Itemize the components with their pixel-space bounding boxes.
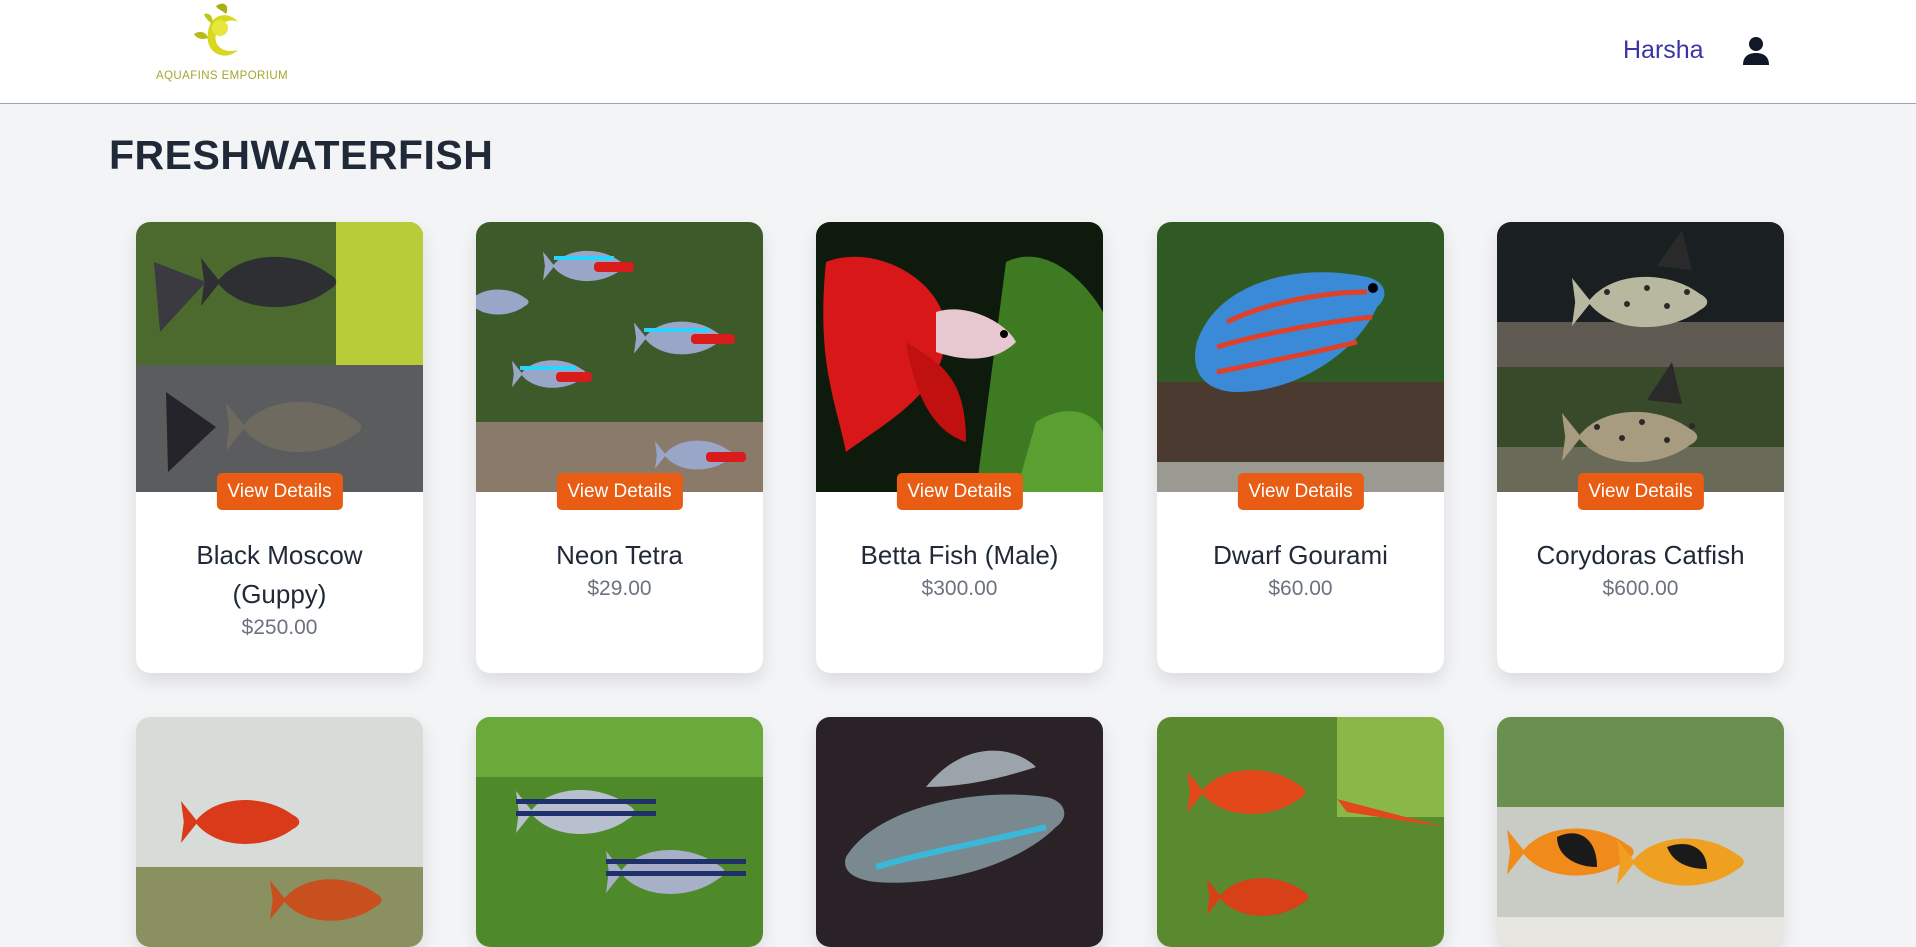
product-image <box>1497 717 1784 947</box>
product-price: $600.00 <box>1602 577 1679 600</box>
product-price: $300.00 <box>921 577 998 600</box>
product-card[interactable] <box>1157 717 1444 947</box>
brand-logo[interactable]: AQUAFINS EMPORIUM <box>148 0 288 92</box>
product-name: Neon Tetra <box>556 540 683 570</box>
view-details-button[interactable]: View Details <box>216 473 343 510</box>
user-icon[interactable] <box>1742 36 1770 66</box>
product-image <box>476 222 763 492</box>
page-title: FRESHWATERFISH <box>109 132 494 178</box>
view-details-button[interactable]: View Details <box>896 473 1023 510</box>
product-image <box>136 717 423 947</box>
product-card[interactable]: View Details Dwarf Gourami $60.00 <box>1157 222 1444 673</box>
logo-text: AQUAFINS EMPORIUM <box>156 70 289 82</box>
product-name: Betta Fish (Male) <box>860 540 1059 570</box>
view-details-button[interactable]: View Details <box>556 473 683 510</box>
view-details-button[interactable]: View Details <box>1577 473 1704 510</box>
product-image <box>476 717 763 947</box>
product-image <box>816 222 1103 492</box>
user-name-link[interactable]: Harsha <box>1623 36 1704 65</box>
product-card[interactable] <box>136 717 423 947</box>
product-image <box>136 222 423 492</box>
top-navbar: AQUAFINS EMPORIUM Harsha <box>0 0 1916 104</box>
product-name: Corydoras Catfish <box>1536 540 1745 570</box>
product-price: $60.00 <box>1268 577 1333 600</box>
product-image <box>1157 222 1444 492</box>
product-name: Dwarf Gourami <box>1213 540 1388 570</box>
product-name: Black Moscow (Guppy) <box>196 540 363 609</box>
product-card[interactable] <box>816 717 1103 947</box>
product-image <box>1157 717 1444 947</box>
product-card[interactable]: View Details Black Moscow (Guppy) $250.0… <box>136 222 423 673</box>
view-details-button[interactable]: View Details <box>1237 473 1364 510</box>
product-card[interactable]: View Details Betta Fish (Male) $300.00 <box>816 222 1103 673</box>
product-card[interactable] <box>476 717 763 947</box>
fish-logo-icon <box>194 3 238 56</box>
product-price: $29.00 <box>587 577 652 600</box>
product-image <box>816 717 1103 947</box>
product-card[interactable] <box>1497 717 1784 947</box>
product-card[interactable]: View Details Neon Tetra $29.00 <box>476 222 763 673</box>
product-card[interactable]: View Details Corydoras Catfish $600.00 <box>1497 222 1784 673</box>
product-price: $250.00 <box>241 616 318 639</box>
product-image <box>1497 222 1784 492</box>
